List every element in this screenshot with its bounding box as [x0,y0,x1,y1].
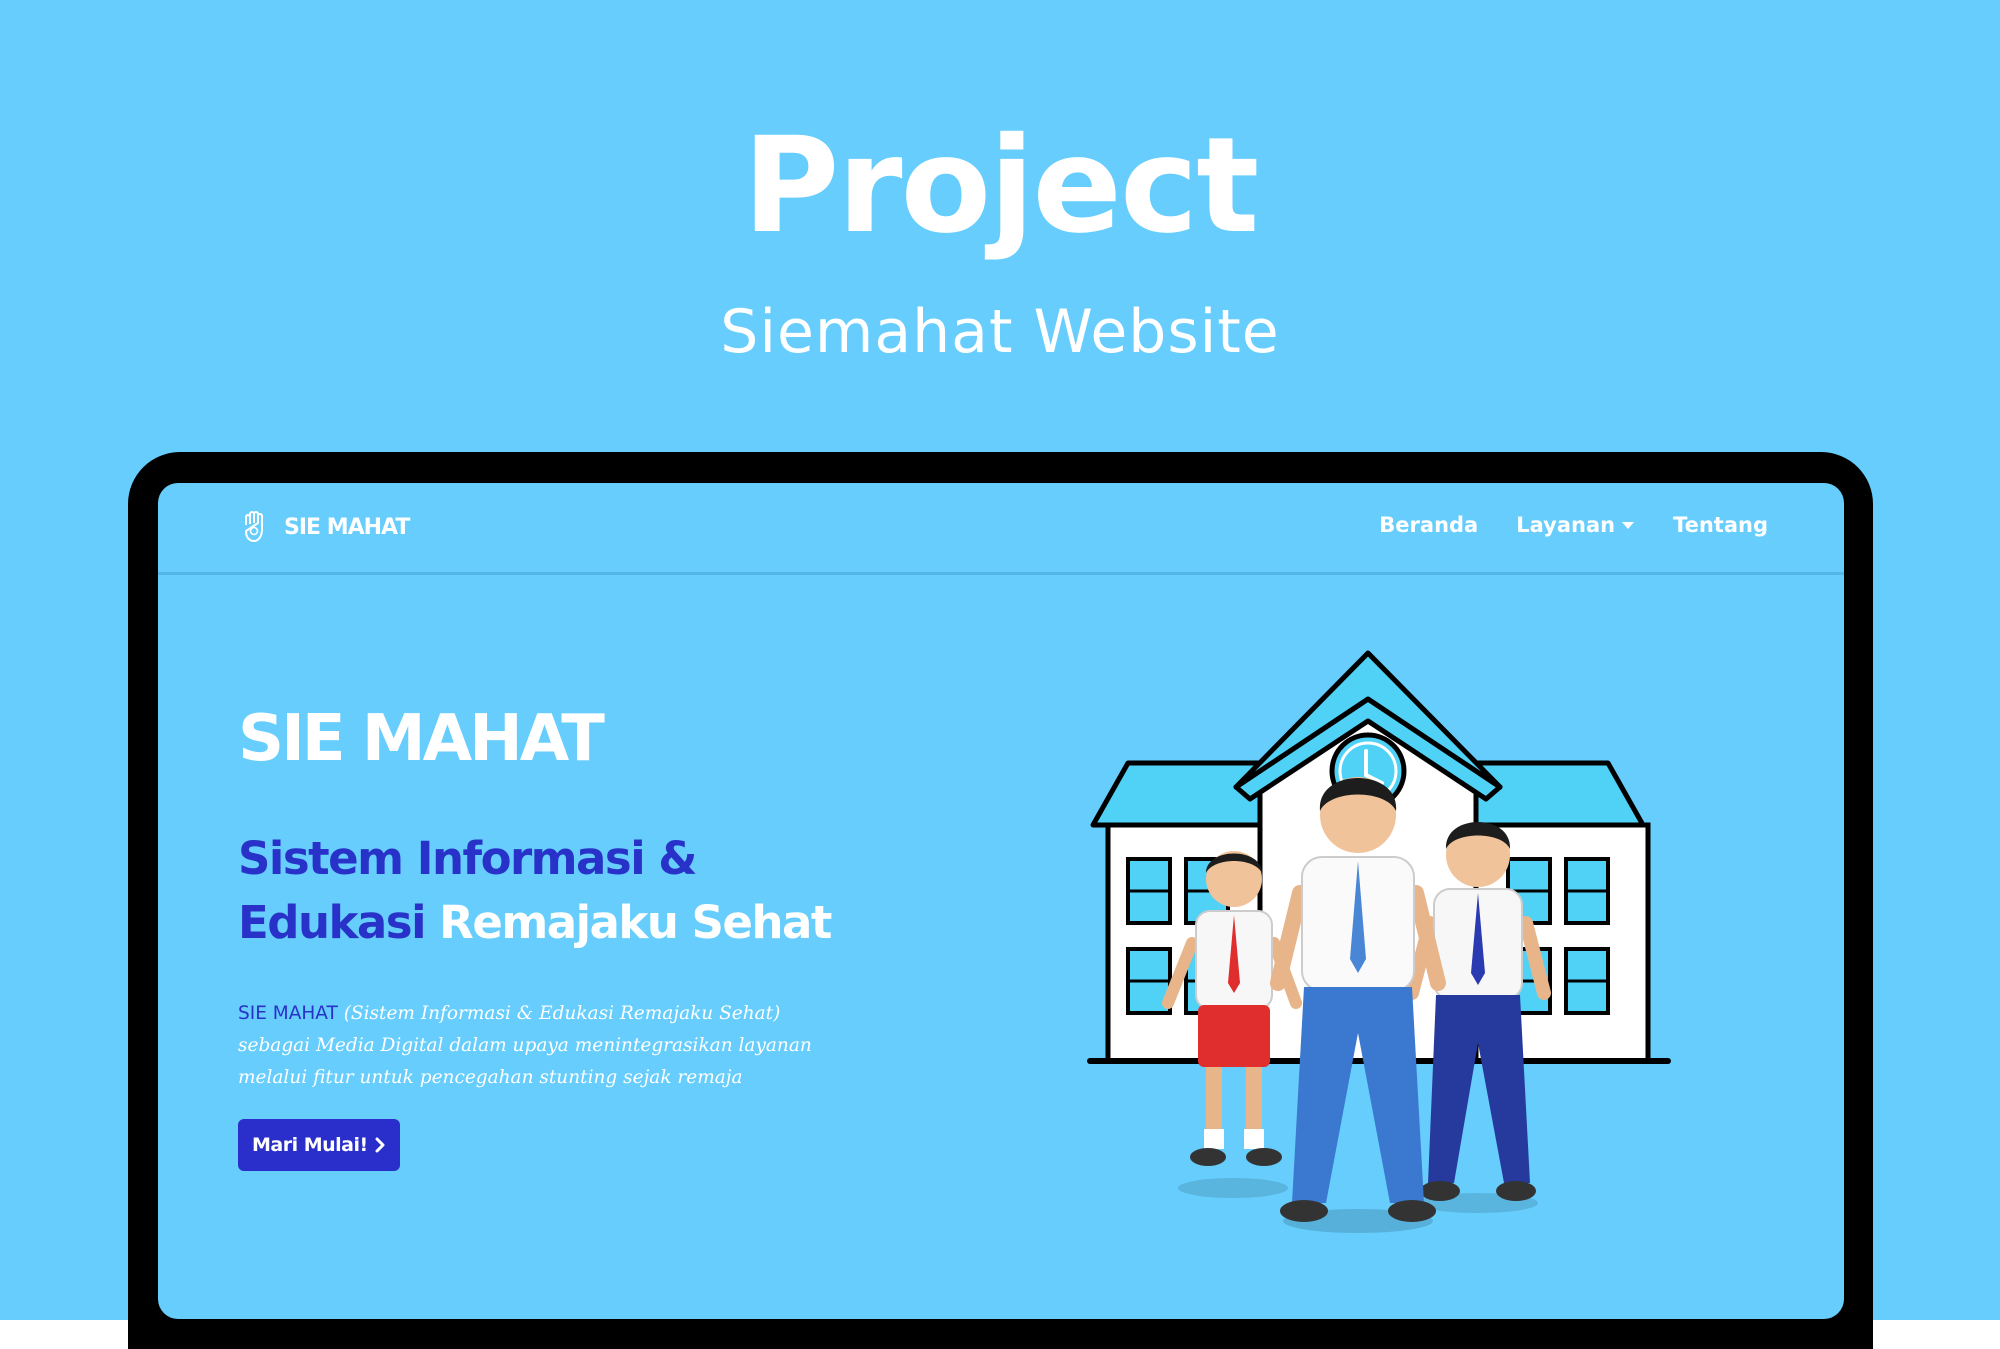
hero-subtitle: Sistem Informasi & Edukasi Remajaku Seha… [238,827,938,955]
cta-label: Mari Mulai! [252,1134,368,1156]
hero-description: SIE MAHAT (Sistem Informasi & Edukasi Re… [238,998,838,1094]
brand[interactable]: SIE MAHAT [242,511,410,543]
website-screen: SIE MAHAT Beranda Layanan Tentang SIE MA… [158,483,1844,1319]
nav-tentang[interactable]: Tentang [1673,513,1768,537]
nav-layanan-dropdown[interactable]: Layanan [1516,513,1635,537]
navbar: SIE MAHAT Beranda Layanan Tentang [158,483,1844,575]
hero-subtitle-line1: Sistem Informasi & [238,832,698,885]
nav-layanan-label: Layanan [1516,513,1616,537]
description-highlight: SIE MAHAT [238,1003,338,1024]
hero-title: SIE MAHAT [238,702,605,776]
nav-links: Beranda Layanan Tentang [1341,513,1768,537]
chevron-right-icon [375,1137,385,1153]
page-subtitle: Siemahat Website [720,297,1280,367]
brand-name: SIE MAHAT [284,514,410,540]
caret-down-icon [1622,522,1635,529]
mari-mulai-button[interactable]: Mari Mulai! [238,1119,400,1171]
school-illustration [1087,650,1671,1233]
page-title: Project [742,109,1260,263]
nav-beranda[interactable]: Beranda [1379,513,1478,537]
hero-subtitle-line2-b: Remajaku Sehat [439,896,832,949]
hand-logo-icon [245,511,263,542]
hero-subtitle-line2-a: Edukasi [238,896,427,949]
